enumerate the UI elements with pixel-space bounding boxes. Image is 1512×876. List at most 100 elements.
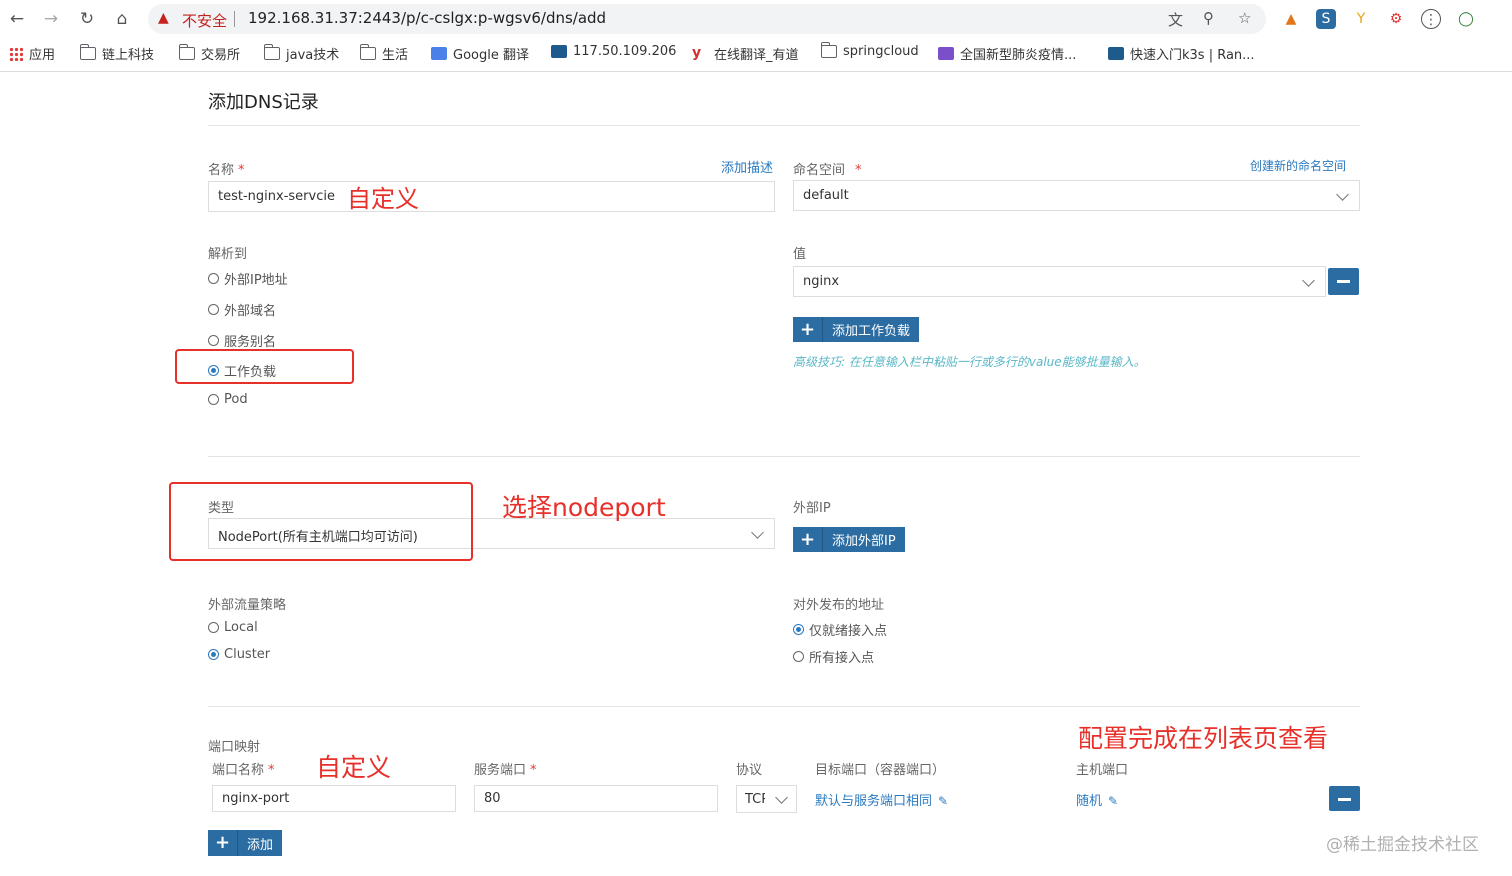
bookmark-label: 链上科技 <box>102 48 155 63</box>
target-port-link[interactable]: 默认与服务端口相同 ✎ <box>815 790 948 809</box>
folder-icon <box>821 42 837 58</box>
warning-icon: ▲ <box>158 10 169 26</box>
bookmarks-bar: 应用 链上科技 交易所 java技术 生活 Google 翻译 117.50.1… <box>0 38 1512 72</box>
gear-extension-icon[interactable]: ⚙ <box>1386 9 1406 29</box>
bookmark-item[interactable]: springcloud <box>821 42 919 59</box>
virus-map-icon <box>938 47 954 60</box>
translate-icon[interactable]: 文 <box>1168 9 1183 30</box>
add-external-ip-button[interactable]: + 添加外部IP <box>793 527 905 552</box>
radio-external-ip[interactable]: 外部IP地址 <box>208 269 288 288</box>
protocol-select[interactable]: TCP <box>736 785 797 813</box>
radio-dot <box>208 304 219 315</box>
page-title: 添加DNS记录 <box>208 92 319 113</box>
publish-address-label: 对外发布的地址 <box>793 598 885 613</box>
add-workload-button[interactable]: + 添加工作负载 <box>793 317 920 342</box>
pencil-icon: ✎ <box>938 794 949 808</box>
radio-dot <box>793 651 804 662</box>
radio-service-alias[interactable]: 服务别名 <box>208 331 276 350</box>
divider <box>208 456 1360 457</box>
port-name-input[interactable]: nginx-port <box>212 785 456 812</box>
traffic-policy-label: 外部流量策略 <box>208 598 287 613</box>
folder-icon <box>179 44 195 60</box>
s-extension-icon[interactable]: S <box>1316 9 1336 29</box>
remove-port-button[interactable] <box>1329 786 1360 811</box>
chevron-down-icon <box>775 791 788 804</box>
bookmark-label: 交易所 <box>201 48 241 63</box>
service-port-input[interactable]: 80 <box>474 785 718 812</box>
bookmark-item[interactable]: 生活 <box>360 44 408 63</box>
host-port-link[interactable]: 随机 ✎ <box>1076 790 1118 809</box>
bookmark-label: 117.50.109.206 <box>573 44 677 59</box>
chevron-down-icon <box>1302 274 1315 287</box>
add-port-button[interactable]: + 添加 <box>208 830 283 856</box>
shield-extension-icon[interactable]: ◯ <box>1456 9 1476 29</box>
add-description-link[interactable]: 添加描述 <box>721 157 773 176</box>
bookmark-item[interactable]: java技术 <box>264 44 339 63</box>
bookmark-item[interactable]: 全国新型肺炎疫情... <box>938 44 1076 63</box>
bookmark-item[interactable]: 快速入门k3s | Ran... <box>1108 44 1255 63</box>
bookmark-label: 快速入门k3s | Ran... <box>1130 48 1255 63</box>
metamask-extension-icon[interactable]: ▲ <box>1281 9 1301 29</box>
radio-dot <box>208 622 219 633</box>
y-extension-icon[interactable]: Y <box>1351 9 1371 29</box>
radio-local[interactable]: Local <box>208 620 258 635</box>
plus-icon: + <box>208 830 238 856</box>
value-select[interactable]: nginx <box>793 266 1326 297</box>
button-label: 添加工作负载 <box>832 324 911 339</box>
radio-external-domain[interactable]: 外部域名 <box>208 300 276 319</box>
radio-pod[interactable]: Pod <box>208 392 248 407</box>
radio-dot <box>208 394 219 405</box>
bookmark-star-icon[interactable]: ☆ <box>1238 9 1251 27</box>
bookmark-item[interactable]: y 在线翻译_有道 <box>692 44 799 63</box>
plus-icon: + <box>793 527 823 552</box>
bookmark-label: 在线翻译_有道 <box>714 48 799 63</box>
namespace-value: default <box>803 188 849 203</box>
remove-value-button[interactable] <box>1328 268 1359 295</box>
radio-all-endpoints[interactable]: 所有接入点 <box>793 647 874 666</box>
bookmark-item[interactable]: 交易所 <box>179 44 240 63</box>
home-icon[interactable]: ⌂ <box>111 8 133 30</box>
radio-cluster[interactable]: Cluster <box>208 647 270 662</box>
browser-toolbar: ← → ↻ ⌂ ▲ 不安全 192.168.31.37:2443/p/c-csl… <box>0 0 1512 38</box>
name-label: 名称 * <box>208 163 245 178</box>
annotation-view-list: 配置完成在列表页查看 <box>1078 724 1329 753</box>
reload-icon[interactable]: ↻ <box>76 8 98 30</box>
protocol-label: 协议 <box>736 763 763 778</box>
annotation-select-nodeport: 选择nodeport <box>502 493 666 522</box>
back-arrow-icon[interactable]: ← <box>6 8 28 30</box>
bookmark-label: 全国新型肺炎疫情... <box>960 48 1077 63</box>
radio-dot <box>208 335 219 346</box>
bookmark-label: java技术 <box>286 48 340 63</box>
value-selected: nginx <box>803 274 840 289</box>
tip-text: 高级技巧: 在任意输入栏中粘贴一行或多行的value能够批量输入。 <box>793 355 1146 369</box>
annotation-custom-port: 自定义 <box>316 753 392 782</box>
url-text[interactable]: 192.168.31.37:2443/p/c-cslgx:p-wgsv6/dns… <box>248 9 606 27</box>
forward-arrow-icon[interactable]: → <box>40 8 62 30</box>
value-label: 值 <box>793 247 807 262</box>
name-input[interactable]: test-nginx-servcie <box>208 181 775 212</box>
divider <box>208 706 1360 707</box>
bookmark-item[interactable]: Google 翻译 <box>431 44 529 63</box>
server-icon <box>551 45 567 58</box>
zoom-icon[interactable]: ⚲ <box>1203 9 1214 27</box>
radio-dot-selected <box>793 624 804 635</box>
service-port-label: 服务端口 * <box>474 763 537 778</box>
folder-icon <box>360 44 376 60</box>
bookmark-item[interactable]: 117.50.109.206 <box>551 44 676 59</box>
circle-extension-icon[interactable]: ⋮ <box>1421 9 1441 29</box>
bookmark-label: 生活 <box>382 48 409 63</box>
pencil-icon: ✎ <box>1108 794 1119 808</box>
create-namespace-link[interactable]: 创建新的命名空间 <box>1250 157 1346 174</box>
port-name-label: 端口名称 * <box>212 763 275 778</box>
port-mapping-label: 端口映射 <box>208 740 261 755</box>
annotation-box-workload <box>175 349 354 384</box>
button-label: 添加 <box>247 837 274 853</box>
bookmark-apps[interactable]: 应用 <box>9 44 55 63</box>
radio-ready-only[interactable]: 仅就绪接入点 <box>793 620 887 639</box>
bookmark-item[interactable]: 链上科技 <box>80 44 154 63</box>
bookmark-label: 应用 <box>29 48 56 63</box>
namespace-select[interactable]: default <box>793 180 1360 211</box>
host-port-label: 主机端口 <box>1076 763 1129 778</box>
address-bar[interactable]: ▲ 不安全 192.168.31.37:2443/p/c-cslgx:p-wgs… <box>148 4 1266 34</box>
resolve-label: 解析到 <box>208 247 248 262</box>
